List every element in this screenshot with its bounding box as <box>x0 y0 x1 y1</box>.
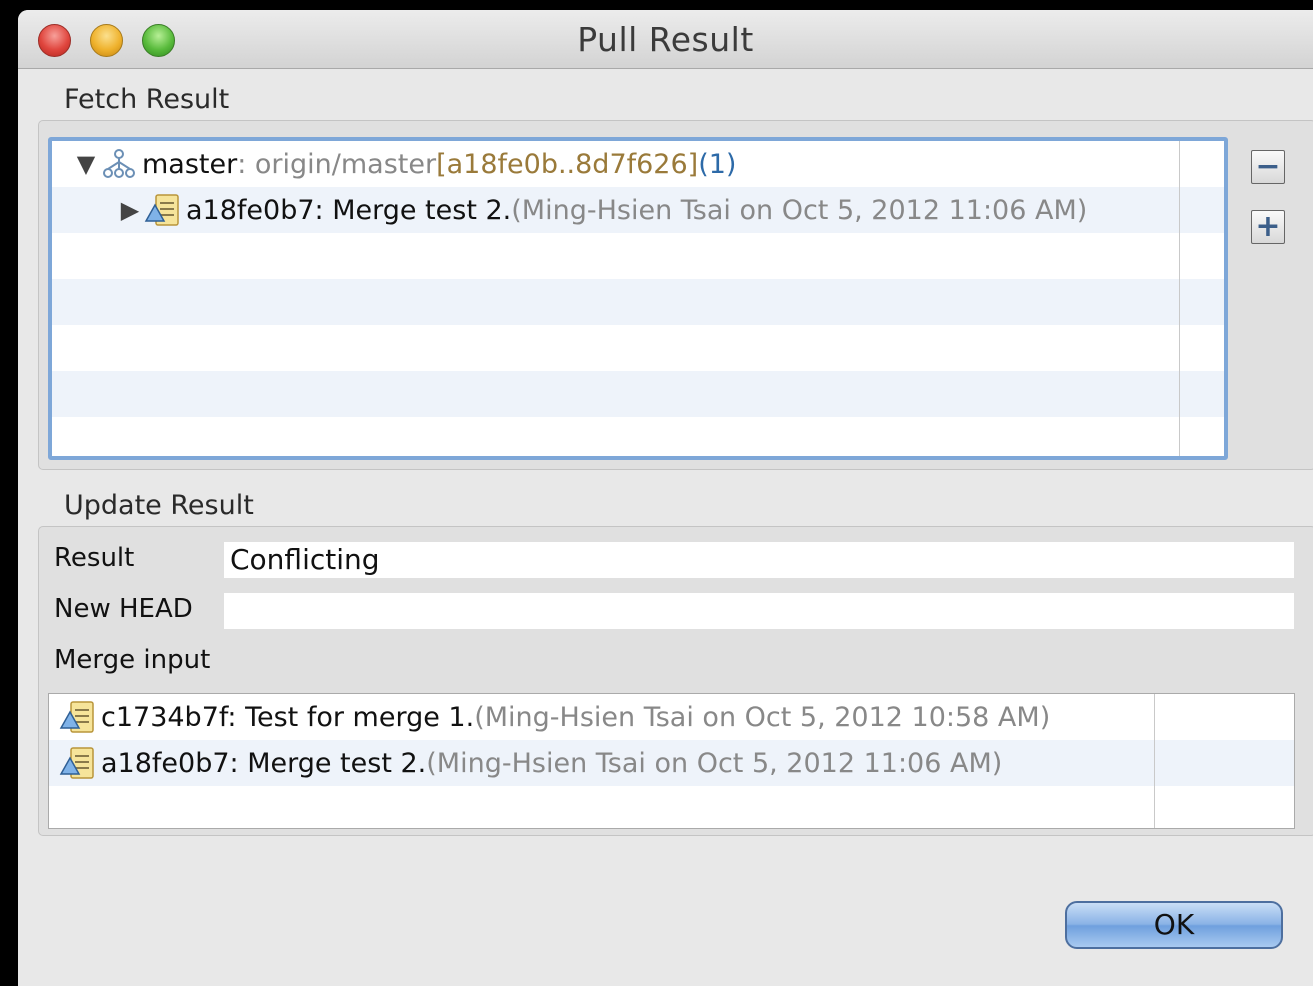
expand-arrow-icon[interactable]: ▶ <box>116 196 144 224</box>
collapse-arrow-icon[interactable]: ▼ <box>72 150 100 178</box>
result-label: Result <box>54 543 135 573</box>
collapse-all-button[interactable]: − <box>1251 149 1285 184</box>
expand-all-icon: + <box>1255 209 1281 244</box>
commit-id-message: a18fe0b7: Merge test 2. <box>186 194 512 226</box>
fetch-result-tree[interactable]: ▼ master : origin/master [a18fe0b..8d7f6… <box>48 137 1228 460</box>
merge-input-list[interactable]: c1734b7f: Test for merge 1. (Ming-Hsien … <box>48 693 1295 829</box>
tree-row-master[interactable]: ▼ master : origin/master [a18fe0b..8d7f6… <box>72 141 737 187</box>
branch-remote: : origin/master <box>237 148 437 180</box>
commit-icon <box>144 194 179 226</box>
commit-icon <box>59 747 94 779</box>
window-title: Pull Result <box>577 20 754 59</box>
commit-meta: (Ming-Hsien Tsai on Oct 5, 2012 11:06 AM… <box>426 747 1003 779</box>
commit-count: (1) <box>698 148 737 180</box>
result-field[interactable]: Conflicting <box>224 542 1294 578</box>
new-head-field[interactable] <box>224 593 1294 629</box>
commit-range: [a18fe0b..8d7f626] <box>436 148 699 180</box>
update-result-label: Update Result <box>64 490 254 521</box>
branch-icon <box>103 149 135 178</box>
new-head-label: New HEAD <box>54 594 193 624</box>
tree-row-commit[interactable]: ▶ a18fe0b7: Merge test 2. (Ming-Hsien Ts… <box>116 187 1087 233</box>
commit-meta: (Ming-Hsien Tsai on Oct 5, 2012 11:06 AM… <box>511 194 1088 226</box>
list-item[interactable]: c1734b7f: Test for merge 1. (Ming-Hsien … <box>59 694 1050 740</box>
fetch-result-label: Fetch Result <box>64 84 230 115</box>
merge-input-label: Merge input <box>54 645 211 675</box>
list-item[interactable]: a18fe0b7: Merge test 2. (Ming-Hsien Tsai… <box>59 740 1002 786</box>
commit-meta: (Ming-Hsien Tsai on Oct 5, 2012 10:58 AM… <box>474 701 1051 733</box>
collapse-all-icon: − <box>1255 149 1281 184</box>
commit-icon <box>59 701 94 733</box>
ok-button[interactable]: OK <box>1065 901 1283 949</box>
expand-all-button[interactable]: + <box>1251 209 1285 244</box>
pull-result-dialog: Pull Result Fetch Result ▼ master : orig… <box>18 10 1313 986</box>
branch-name: master <box>142 148 238 180</box>
commit-id-message: c1734b7f: Test for merge 1. <box>101 701 475 733</box>
title-bar: Pull Result <box>18 10 1313 69</box>
commit-id-message: a18fe0b7: Merge test 2. <box>101 747 427 779</box>
